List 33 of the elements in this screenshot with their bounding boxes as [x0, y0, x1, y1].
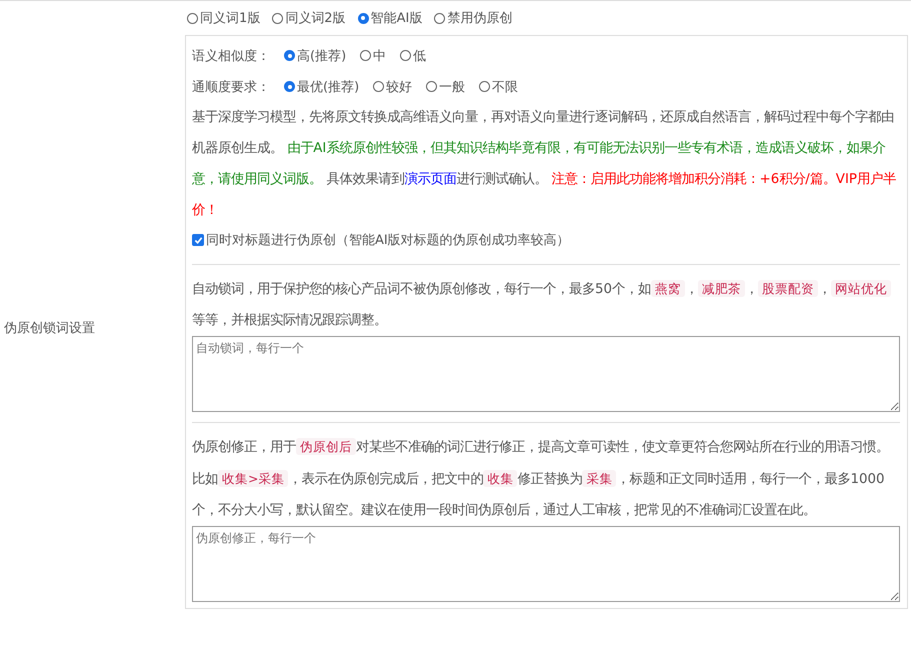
- radio-icon[interactable]: [358, 12, 369, 24]
- corrections-description: 伪原创修正，用于 伪原创后 对某些不准确的词汇进行修正，提高文章可读性，使文章更符合您网站所在行业的用语习惯。比如 收集>采集 ，表示在伪原创完成后，把文中的 收集 修正替换为 采集 ，标题和正文同时适用，每行一个，最多1000个，不分大小写，默认留空。建议在使用一段时间伪原创后，通过人工审核，把常见的不准确词汇设置在此。: [192, 437, 890, 520]
- radio-icon[interactable]: [426, 81, 438, 92]
- radio-icon[interactable]: [400, 50, 412, 61]
- lock-words-field[interactable]: 自动锁词，每行一个: [192, 336, 900, 412]
- field-label: 伪原创锁词设置: [3, 320, 96, 337]
- option-label: 语义相似度：: [192, 48, 270, 64]
- lock-words-description: 自动锁词，用于保护您的核心产品词不被伪原创修改，每行一个，最多50个，如 燕窝 ， 减肥茶 ， 股票配资 ， 网站优化 等等，并根据实际情况跟踪调整。: [192, 273, 900, 336]
- radio-icon[interactable]: [284, 81, 295, 92]
- radio-icon[interactable]: [272, 12, 284, 24]
- mode-radio[interactable]: 禁用伪原创: [434, 9, 512, 27]
- option-radio[interactable]: 低: [400, 46, 426, 64]
- radio-icon[interactable]: [373, 81, 384, 92]
- mode-radio[interactable]: 同义词1版: [187, 9, 260, 27]
- corrections-field[interactable]: 伪原创修正，每行一个: [192, 526, 900, 602]
- checkbox-icon[interactable]: [192, 234, 204, 246]
- option-label: 通顺度要求：: [192, 78, 270, 96]
- mode-radio[interactable]: 同义词2版: [272, 9, 346, 27]
- option-radio[interactable]: 最优(推荐): [284, 78, 360, 96]
- radio-icon[interactable]: [479, 81, 490, 92]
- radio-icon[interactable]: [434, 12, 446, 24]
- option-radio[interactable]: 不限: [479, 78, 518, 96]
- radio-icon[interactable]: [360, 50, 372, 61]
- option-radio[interactable]: 一般: [426, 78, 466, 96]
- mode-radio[interactable]: 智能AI版: [358, 9, 422, 27]
- option-radio[interactable]: 较好: [373, 78, 412, 96]
- title-checkbox[interactable]: 同时对标题进行伪原创（智能AI版对标题的伪原创成功率较高）: [192, 226, 900, 254]
- radio-icon[interactable]: [187, 12, 198, 24]
- option-radio[interactable]: 高(推荐): [284, 46, 346, 64]
- option-radio[interactable]: 中: [360, 46, 386, 64]
- demo-page-link[interactable]: 演示页面: [404, 172, 456, 187]
- ai-description: 基于深度学习模型，先将原文转换成高维语义向量，再对语义向量进行逐词解码，还原成自然语言，解码过程中每个字都由机器原创生成。 由于AI系统原创性较强，但其知识结构毕竟有限，有可能无法识别一些专有术语，造成语义破坏，如果介意，请使用同义词版。 具体效果请到演示页面进行测试确认。 注意：启用此功能将增加积分消耗：+6积分/篇。VIP用户半价！: [192, 108, 897, 220]
- radio-icon[interactable]: [284, 50, 295, 61]
